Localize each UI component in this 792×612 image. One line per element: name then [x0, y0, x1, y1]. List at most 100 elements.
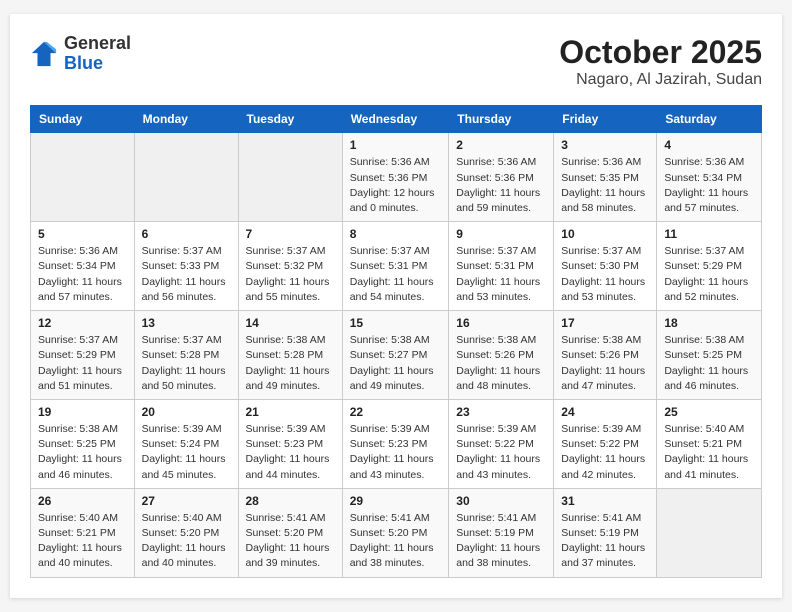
day-cell: 23 Sunrise: 5:39 AM Sunset: 5:22 PM Dayli…	[449, 399, 554, 488]
day-info: Sunrise: 5:39 AM Sunset: 5:24 PM Dayligh…	[142, 422, 231, 483]
day-number: 7	[246, 227, 335, 241]
day-number: 11	[664, 227, 754, 241]
day-number: 5	[38, 227, 127, 241]
day-cell: 28 Sunrise: 5:41 AM Sunset: 5:20 PM Dayli…	[238, 488, 342, 577]
day-number: 6	[142, 227, 231, 241]
day-cell: 9 Sunrise: 5:37 AM Sunset: 5:31 PM Daylig…	[449, 222, 554, 311]
day-cell	[134, 133, 238, 222]
day-number: 20	[142, 405, 231, 419]
day-info: Sunrise: 5:38 AM Sunset: 5:26 PM Dayligh…	[456, 333, 546, 394]
day-number: 9	[456, 227, 546, 241]
day-info: Sunrise: 5:39 AM Sunset: 5:23 PM Dayligh…	[246, 422, 335, 483]
calendar-thead: SundayMondayTuesdayWednesdayThursdayFrid…	[31, 106, 762, 133]
day-info: Sunrise: 5:41 AM Sunset: 5:20 PM Dayligh…	[350, 511, 442, 572]
day-cell: 16 Sunrise: 5:38 AM Sunset: 5:26 PM Dayli…	[449, 311, 554, 400]
week-row-4: 19 Sunrise: 5:38 AM Sunset: 5:25 PM Dayli…	[31, 399, 762, 488]
day-cell: 30 Sunrise: 5:41 AM Sunset: 5:19 PM Dayli…	[449, 488, 554, 577]
day-info: Sunrise: 5:37 AM Sunset: 5:28 PM Dayligh…	[142, 333, 231, 394]
day-header-saturday: Saturday	[657, 106, 762, 133]
month-title: October 2025	[559, 34, 762, 71]
logo: General Blue	[30, 34, 131, 74]
day-info: Sunrise: 5:38 AM Sunset: 5:27 PM Dayligh…	[350, 333, 442, 394]
day-cell: 22 Sunrise: 5:39 AM Sunset: 5:23 PM Dayli…	[342, 399, 449, 488]
day-cell: 10 Sunrise: 5:37 AM Sunset: 5:30 PM Dayli…	[554, 222, 657, 311]
day-cell: 4 Sunrise: 5:36 AM Sunset: 5:34 PM Daylig…	[657, 133, 762, 222]
day-cell	[238, 133, 342, 222]
day-cell: 18 Sunrise: 5:38 AM Sunset: 5:25 PM Dayli…	[657, 311, 762, 400]
day-number: 16	[456, 316, 546, 330]
day-number: 2	[456, 138, 546, 152]
day-number: 17	[561, 316, 649, 330]
day-header-sunday: Sunday	[31, 106, 135, 133]
day-info: Sunrise: 5:38 AM Sunset: 5:25 PM Dayligh…	[38, 422, 127, 483]
days-header-row: SundayMondayTuesdayWednesdayThursdayFrid…	[31, 106, 762, 133]
day-header-thursday: Thursday	[449, 106, 554, 133]
day-info: Sunrise: 5:36 AM Sunset: 5:36 PM Dayligh…	[456, 155, 546, 216]
day-info: Sunrise: 5:36 AM Sunset: 5:34 PM Dayligh…	[664, 155, 754, 216]
day-number: 1	[350, 138, 442, 152]
day-cell: 5 Sunrise: 5:36 AM Sunset: 5:34 PM Daylig…	[31, 222, 135, 311]
day-cell: 6Sunrise: 5:37 AM Sunset: 5:33 PM Daylig…	[134, 222, 238, 311]
day-cell: 13 Sunrise: 5:37 AM Sunset: 5:28 PM Dayli…	[134, 311, 238, 400]
day-info: Sunrise: 5:37 AM Sunset: 5:31 PM Dayligh…	[456, 244, 546, 305]
day-header-friday: Friday	[554, 106, 657, 133]
day-number: 19	[38, 405, 127, 419]
day-cell: 14 Sunrise: 5:38 AM Sunset: 5:28 PM Dayli…	[238, 311, 342, 400]
day-cell: 3Sunrise: 5:36 AM Sunset: 5:35 PM Daylig…	[554, 133, 657, 222]
day-number: 23	[456, 405, 546, 419]
day-info: Sunrise: 5:39 AM Sunset: 5:22 PM Dayligh…	[456, 422, 546, 483]
day-info: Sunrise: 5:37 AM Sunset: 5:29 PM Dayligh…	[664, 244, 754, 305]
day-info: Sunrise: 5:41 AM Sunset: 5:20 PM Dayligh…	[246, 511, 335, 572]
day-cell: 25 Sunrise: 5:40 AM Sunset: 5:21 PM Dayli…	[657, 399, 762, 488]
day-number: 30	[456, 494, 546, 508]
day-info: Sunrise: 5:40 AM Sunset: 5:20 PM Dayligh…	[142, 511, 231, 572]
day-number: 26	[38, 494, 127, 508]
day-cell: 20 Sunrise: 5:39 AM Sunset: 5:24 PM Dayli…	[134, 399, 238, 488]
logo-general-label: General	[64, 34, 131, 54]
calendar-container: General Blue October 2025 Nagaro, Al Jaz…	[10, 14, 782, 597]
day-info: Sunrise: 5:41 AM Sunset: 5:19 PM Dayligh…	[456, 511, 546, 572]
location-title: Nagaro, Al Jazirah, Sudan	[559, 71, 762, 89]
day-cell: 17Sunrise: 5:38 AM Sunset: 5:26 PM Dayli…	[554, 311, 657, 400]
day-cell: 11 Sunrise: 5:37 AM Sunset: 5:29 PM Dayli…	[657, 222, 762, 311]
day-info: Sunrise: 5:41 AM Sunset: 5:19 PM Dayligh…	[561, 511, 649, 572]
day-number: 18	[664, 316, 754, 330]
day-info: Sunrise: 5:37 AM Sunset: 5:29 PM Dayligh…	[38, 333, 127, 394]
day-info: Sunrise: 5:36 AM Sunset: 5:36 PM Dayligh…	[350, 155, 442, 216]
calendar-header: General Blue October 2025 Nagaro, Al Jaz…	[30, 34, 762, 89]
day-info: Sunrise: 5:38 AM Sunset: 5:25 PM Dayligh…	[664, 333, 754, 394]
day-info: Sunrise: 5:37 AM Sunset: 5:31 PM Dayligh…	[350, 244, 442, 305]
day-info: Sunrise: 5:37 AM Sunset: 5:30 PM Dayligh…	[561, 244, 649, 305]
week-row-1: 1 Sunrise: 5:36 AM Sunset: 5:36 PM Daylig…	[31, 133, 762, 222]
day-info: Sunrise: 5:36 AM Sunset: 5:34 PM Dayligh…	[38, 244, 127, 305]
day-number: 25	[664, 405, 754, 419]
logo-icon	[30, 40, 58, 68]
day-number: 4	[664, 138, 754, 152]
day-info: Sunrise: 5:38 AM Sunset: 5:28 PM Dayligh…	[246, 333, 335, 394]
day-cell: 21Sunrise: 5:39 AM Sunset: 5:23 PM Dayli…	[238, 399, 342, 488]
day-header-tuesday: Tuesday	[238, 106, 342, 133]
day-info: Sunrise: 5:40 AM Sunset: 5:21 PM Dayligh…	[664, 422, 754, 483]
logo-blue-label: Blue	[64, 54, 131, 74]
day-cell: 7 Sunrise: 5:37 AM Sunset: 5:32 PM Daylig…	[238, 222, 342, 311]
day-number: 14	[246, 316, 335, 330]
day-number: 28	[246, 494, 335, 508]
day-number: 13	[142, 316, 231, 330]
day-number: 31	[561, 494, 649, 508]
day-info: Sunrise: 5:39 AM Sunset: 5:23 PM Dayligh…	[350, 422, 442, 483]
day-info: Sunrise: 5:37 AM Sunset: 5:32 PM Dayligh…	[246, 244, 335, 305]
day-number: 29	[350, 494, 442, 508]
week-row-5: 26 Sunrise: 5:40 AM Sunset: 5:21 PM Dayli…	[31, 488, 762, 577]
day-info: Sunrise: 5:40 AM Sunset: 5:21 PM Dayligh…	[38, 511, 127, 572]
day-cell: 1 Sunrise: 5:36 AM Sunset: 5:36 PM Daylig…	[342, 133, 449, 222]
day-cell: 2 Sunrise: 5:36 AM Sunset: 5:36 PM Daylig…	[449, 133, 554, 222]
day-number: 8	[350, 227, 442, 241]
day-header-wednesday: Wednesday	[342, 106, 449, 133]
day-cell: 29 Sunrise: 5:41 AM Sunset: 5:20 PM Dayli…	[342, 488, 449, 577]
day-number: 24	[561, 405, 649, 419]
week-row-2: 5 Sunrise: 5:36 AM Sunset: 5:34 PM Daylig…	[31, 222, 762, 311]
day-number: 10	[561, 227, 649, 241]
day-number: 22	[350, 405, 442, 419]
day-number: 3	[561, 138, 649, 152]
day-number: 15	[350, 316, 442, 330]
